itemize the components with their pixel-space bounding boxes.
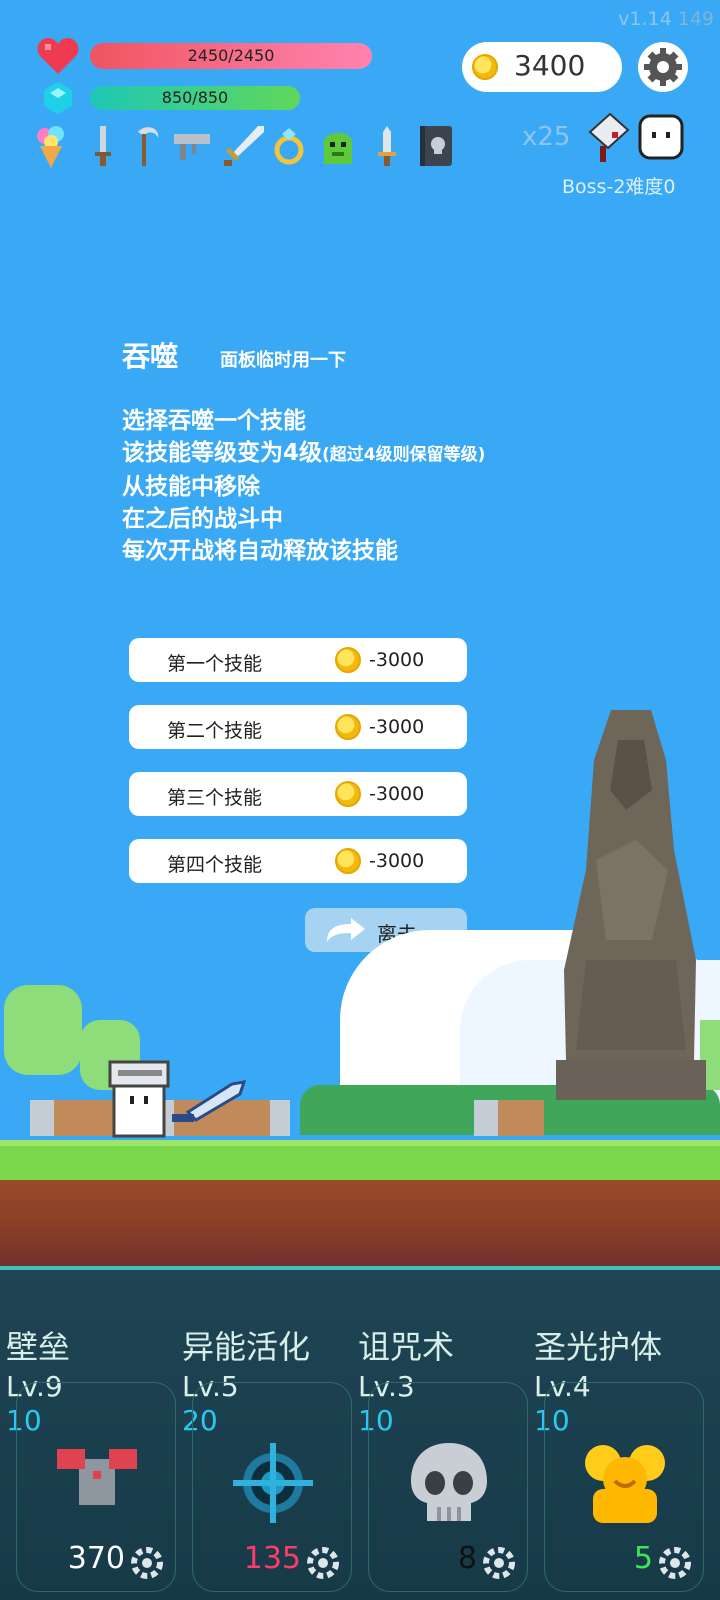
desc-line: 从技能中移除 bbox=[122, 474, 260, 500]
option-label: 第二个技能 bbox=[167, 720, 263, 742]
gear-icon bbox=[659, 1547, 691, 1579]
skill-card-2[interactable]: 135 bbox=[192, 1382, 352, 1592]
skull-book-icon[interactable] bbox=[418, 124, 452, 168]
option-cost: -3000 bbox=[369, 850, 425, 872]
fps-counter: 149 bbox=[677, 8, 714, 30]
option-label: 第一个技能 bbox=[167, 653, 263, 675]
panel-description: 选择吞噬一个技能 该技能等级变为4级(超过4级则保留等级) 从技能中移除 在之后… bbox=[122, 405, 485, 567]
skill-card-4[interactable]: 5 bbox=[544, 1382, 704, 1592]
skill-count: 135 bbox=[243, 1541, 301, 1576]
mp-bar: 850/850 bbox=[90, 86, 300, 110]
fence bbox=[474, 1100, 544, 1136]
desc-line-note: (超过4级则保留等级) bbox=[322, 445, 486, 465]
desc-line: 该技能等级变为4级(超过4级则保留等级) bbox=[122, 437, 485, 471]
desc-line: 选择吞噬一个技能 bbox=[122, 408, 306, 434]
enemy-multiplier: x25 bbox=[522, 122, 571, 152]
settings-button[interactable] bbox=[638, 42, 688, 92]
skill-bar: 壁垒 Lv.9 10 370 异能活化 Lv.5 20 135 诅咒术 Lv.3… bbox=[0, 1270, 720, 1600]
hero-sword bbox=[168, 1078, 247, 1128]
version-text: v1.14 bbox=[618, 8, 672, 30]
coin-icon bbox=[335, 781, 361, 807]
sword-icon[interactable] bbox=[222, 124, 264, 168]
coin-icon bbox=[335, 848, 361, 874]
short-sword-icon[interactable] bbox=[372, 124, 406, 168]
heart-icon bbox=[36, 38, 80, 76]
ghost-enemy-icon bbox=[638, 114, 684, 160]
desc-line: 在之后的战斗中 bbox=[122, 506, 283, 532]
dirt bbox=[0, 1180, 720, 1270]
cleaver-icon bbox=[584, 112, 632, 164]
scythe-icon[interactable] bbox=[130, 124, 164, 168]
armor-icon bbox=[57, 1449, 137, 1505]
skull-icon bbox=[411, 1443, 487, 1521]
golden-idol-icon bbox=[585, 1445, 665, 1523]
panel-subtitle: 面板临时用一下 bbox=[220, 350, 346, 371]
goddess-statue bbox=[556, 700, 706, 1100]
skill-count: 370 bbox=[67, 1541, 125, 1576]
skill-count: 8 bbox=[457, 1541, 477, 1576]
hp-bar: 2450/2450 bbox=[90, 43, 372, 69]
version-label: v1.14 149 bbox=[618, 8, 714, 30]
coin-icon bbox=[335, 714, 361, 740]
desc-line-main: 该技能等级变为4级 bbox=[122, 440, 323, 466]
hp-text: 2450/2450 bbox=[187, 46, 275, 65]
gun-icon[interactable] bbox=[172, 124, 210, 168]
grass bbox=[0, 1140, 720, 1180]
ice-cream-icon[interactable] bbox=[34, 124, 68, 168]
skill-name: 圣光护体 bbox=[534, 1328, 663, 1366]
skill-name: 诅咒术 bbox=[358, 1328, 455, 1366]
mana-crystal-icon bbox=[42, 82, 74, 114]
option-label: 第三个技能 bbox=[167, 787, 263, 809]
gear-icon bbox=[131, 1547, 163, 1579]
option-cost: -3000 bbox=[369, 716, 425, 738]
gear-icon bbox=[644, 48, 682, 86]
devour-skill-1-button[interactable]: 第一个技能 -3000 bbox=[129, 638, 467, 682]
target-icon bbox=[233, 1443, 313, 1523]
skill-count: 5 bbox=[633, 1541, 653, 1576]
coin-icon bbox=[472, 54, 498, 80]
green-slime-icon[interactable] bbox=[320, 124, 354, 168]
skill-card-3[interactable]: 8 bbox=[368, 1382, 528, 1592]
option-cost: -3000 bbox=[369, 649, 425, 671]
skill-name: 壁垒 bbox=[6, 1328, 71, 1366]
option-label: 第四个技能 bbox=[167, 854, 263, 876]
gear-icon bbox=[307, 1547, 339, 1579]
ring-icon[interactable] bbox=[272, 124, 306, 168]
tree bbox=[4, 985, 82, 1075]
skill-card-1[interactable]: 370 bbox=[16, 1382, 176, 1592]
devour-skill-2-button[interactable]: 第二个技能 -3000 bbox=[129, 705, 467, 749]
coin-icon bbox=[335, 647, 361, 673]
panel-title: 吞噬 bbox=[122, 340, 179, 373]
coin-amount: 3400 bbox=[514, 49, 586, 82]
desc-line: 每次开战将自动释放该技能 bbox=[122, 538, 398, 564]
gear-icon bbox=[483, 1547, 515, 1579]
devour-skill-4-button[interactable]: 第四个技能 -3000 bbox=[129, 839, 467, 883]
knight-hero bbox=[104, 1060, 174, 1140]
mp-text: 850/850 bbox=[161, 88, 229, 107]
boss-difficulty-label: Boss-2难度0 bbox=[562, 176, 676, 198]
dagger-icon[interactable] bbox=[86, 124, 120, 168]
devour-skill-3-button[interactable]: 第三个技能 -3000 bbox=[129, 772, 467, 816]
option-cost: -3000 bbox=[369, 783, 425, 805]
coin-counter: 3400 bbox=[462, 42, 622, 92]
skill-name: 异能活化 bbox=[182, 1328, 311, 1366]
forward-arrow-icon bbox=[327, 918, 365, 942]
